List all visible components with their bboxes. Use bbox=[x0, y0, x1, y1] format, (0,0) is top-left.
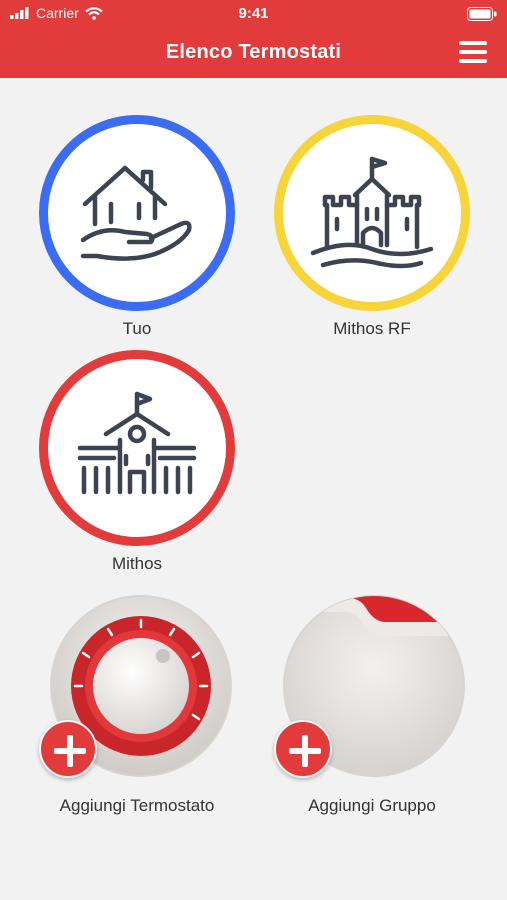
thermostat-ring bbox=[39, 350, 235, 546]
thermostat-ring bbox=[274, 115, 470, 311]
thermostat-label: Mithos RF bbox=[333, 319, 411, 338]
thermostat-label: Mithos bbox=[111, 554, 163, 573]
thermostat-tile-tuo[interactable]: Tuo bbox=[37, 115, 237, 339]
add-plus-icon[interactable] bbox=[274, 720, 332, 778]
group-visual bbox=[274, 594, 470, 790]
thermostat-tile-mithos[interactable]: Mithos bbox=[37, 350, 237, 574]
status-bar: Carrier 9:41 bbox=[0, 0, 507, 28]
house-in-hand-icon bbox=[80, 165, 192, 261]
thermostat-ring bbox=[39, 115, 235, 311]
add-group-button[interactable]: Aggiungi Gruppo bbox=[272, 594, 472, 816]
school-building-icon bbox=[77, 391, 197, 495]
clock: 9:41 bbox=[238, 5, 269, 22]
nav-bar: Elenco Termostati bbox=[0, 28, 507, 78]
hamburger-menu-icon[interactable] bbox=[459, 41, 487, 65]
thermostat-tile-mithos-rf[interactable]: Mithos RF bbox=[272, 115, 472, 339]
battery-icon bbox=[467, 7, 497, 26]
thermostat-dial-visual bbox=[39, 594, 235, 790]
add-thermostat-button[interactable]: Aggiungi Termostato bbox=[37, 594, 237, 816]
page-title: Elenco Termostati bbox=[165, 41, 342, 63]
add-group-label: Aggiungi Gruppo bbox=[308, 796, 436, 815]
add-plus-icon[interactable] bbox=[39, 720, 97, 778]
castle-icon bbox=[310, 156, 434, 269]
thermostat-label: Tuo bbox=[122, 319, 152, 338]
add-thermostat-label: Aggiungi Termostato bbox=[59, 796, 215, 815]
